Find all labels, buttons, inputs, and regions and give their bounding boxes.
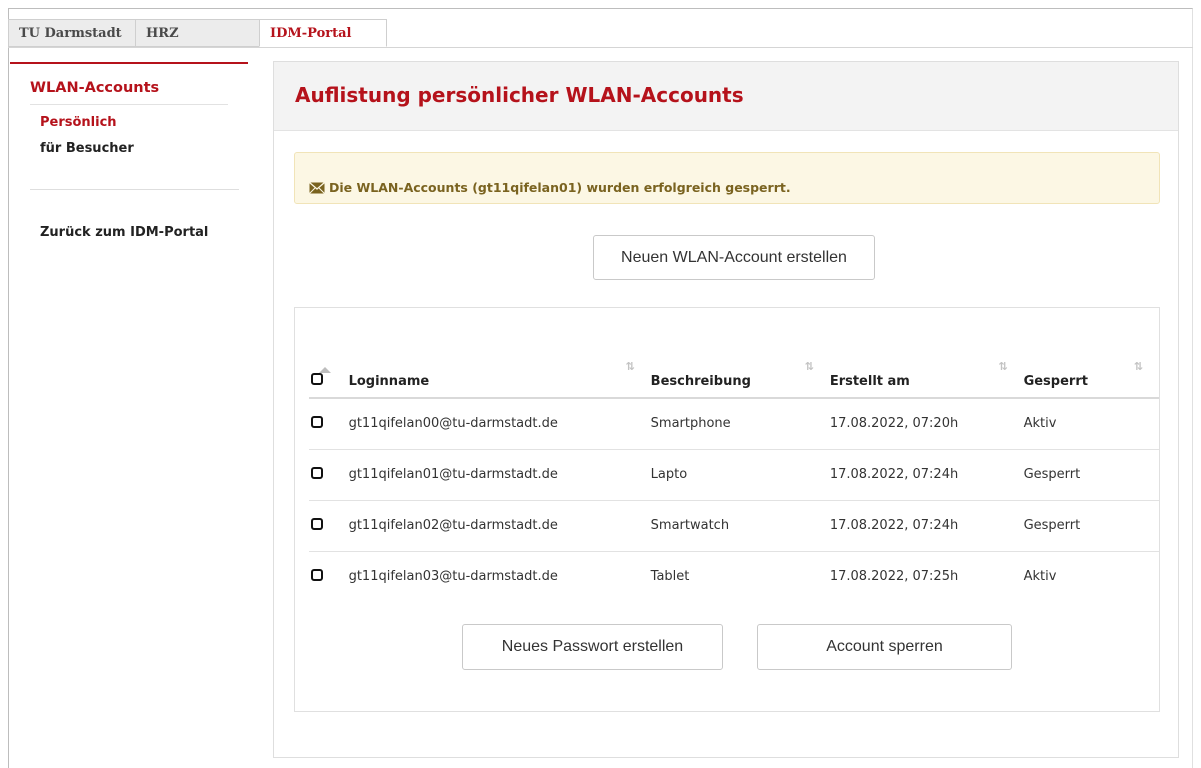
column-header-beschreibung[interactable]: Beschreibung ⇅ (650, 356, 830, 399)
page-title: Auflistung persönlicher WLAN-Accounts (295, 83, 744, 107)
top-navigation: TU Darmstadt HRZ IDM-Portal (8, 19, 387, 47)
cell-loginname: gt11qifelan03@tu-darmstadt.de (348, 569, 558, 585)
cell-loginname: gt11qifelan00@tu-darmstadt.de (348, 398, 651, 450)
select-all-checkbox[interactable] (311, 373, 323, 385)
alert-message: Die WLAN-Accounts (gt11qifelan01) wurden… (329, 180, 791, 195)
sort-icon: ⇅ (998, 360, 1007, 373)
table-header-row: Loginname ⇅ Beschreibung ⇅ Erstellt am ⇅… (309, 356, 1159, 399)
tab-hrz[interactable]: HRZ (135, 19, 259, 47)
sidebar-item-besucher[interactable]: für Besucher (40, 141, 248, 156)
cell-gesperrt: Aktiv (1023, 398, 1159, 450)
table-row: gt11qifelan03@tu-darmstadt.de Tablet 17.… (309, 551, 1159, 602)
table-row: gt11qifelan00@tu-darmstadt.de Smartphone… (309, 398, 1159, 450)
envelope-icon (309, 181, 325, 194)
cell-beschreibung: Lapto (650, 449, 830, 501)
sidebar-divider (30, 189, 239, 190)
tab-idm-portal[interactable]: IDM-Portal (259, 19, 387, 47)
table-row: gt11qifelan02@tu-darmstadt.de Smartwatch… (309, 500, 1159, 552)
row-checkbox[interactable] (311, 415, 323, 428)
sidebar-title-wlan-accounts[interactable]: WLAN-Accounts (30, 80, 228, 105)
row-checkbox[interactable] (311, 466, 323, 479)
sort-icon: ⇅ (804, 360, 814, 373)
table-row: gt11qifelan01@tu-darmstadt.de Lapto 17.0… (309, 449, 1159, 501)
column-header-loginname[interactable]: Loginname ⇅ (318, 356, 651, 399)
sort-icon: ⇅ (625, 360, 634, 373)
lock-account-button[interactable]: Account sperren (757, 624, 1012, 670)
main-panel: Auflistung persönlicher WLAN-Accounts Di… (273, 61, 1179, 758)
panel-header: Auflistung persönlicher WLAN-Accounts (274, 62, 1178, 131)
cell-erstellt-am: 17.08.2022, 07:20h (829, 398, 1024, 450)
cell-gesperrt: Gesperrt (1023, 500, 1159, 552)
cell-beschreibung: Smartphone (650, 398, 830, 450)
cell-beschreibung: Tablet (650, 569, 690, 585)
top-divider (8, 47, 1193, 48)
sort-asc-icon (318, 367, 331, 373)
cell-beschreibung: Smartwatch (650, 500, 830, 552)
accounts-table-container: Loginname ⇅ Beschreibung ⇅ Erstellt am ⇅… (294, 307, 1160, 712)
sidebar-item-persoenlich[interactable]: Persönlich (40, 115, 248, 130)
cell-gesperrt: Gesperrt (1023, 449, 1159, 501)
cell-erstellt-am: 17.08.2022, 07:25h (829, 569, 959, 585)
new-password-button[interactable]: Neues Passwort erstellen (462, 624, 723, 670)
accounts-table: Loginname ⇅ Beschreibung ⇅ Erstellt am ⇅… (309, 356, 1159, 602)
cell-erstellt-am: 17.08.2022, 07:24h (829, 500, 1024, 552)
tab-tu-darmstadt[interactable]: TU Darmstadt (8, 19, 135, 47)
back-to-idm-portal-link[interactable]: Zurück zum IDM-Portal (40, 225, 248, 240)
sort-icon: ⇅ (1133, 360, 1143, 373)
cell-loginname: gt11qifelan01@tu-darmstadt.de (348, 449, 651, 501)
sidebar-accent-line (10, 62, 248, 64)
cell-gesperrt: Aktiv (1023, 569, 1057, 585)
new-wlan-account-button[interactable]: Neuen WLAN-Account erstellen (593, 235, 875, 280)
row-checkbox[interactable] (311, 568, 323, 581)
cell-erstellt-am: 17.08.2022, 07:24h (829, 449, 1024, 501)
cell-loginname: gt11qifelan02@tu-darmstadt.de (348, 500, 651, 552)
row-checkbox[interactable] (311, 517, 323, 530)
column-header-gesperrt[interactable]: Gesperrt ⇅ (1023, 356, 1159, 399)
success-alert: Die WLAN-Accounts (gt11qifelan01) wurden… (294, 152, 1160, 204)
column-header-erstellt-am[interactable]: Erstellt am ⇅ (829, 356, 1024, 399)
select-all-cell (309, 356, 349, 399)
sidebar: WLAN-Accounts Persönlich für Besucher Zu… (10, 62, 248, 240)
